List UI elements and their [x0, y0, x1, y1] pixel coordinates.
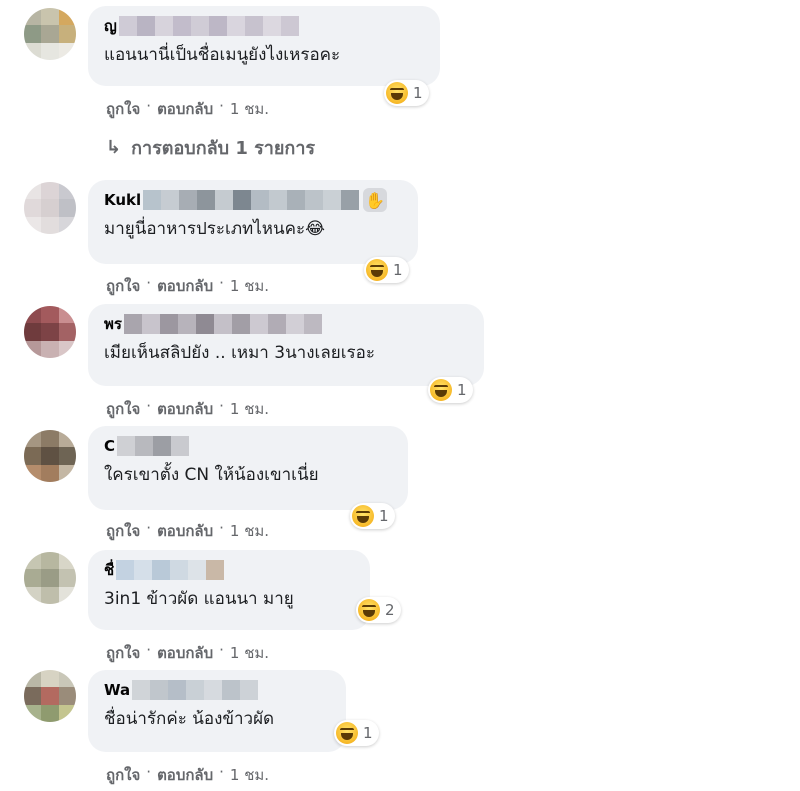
like-link[interactable]: ถูกใจ [106, 274, 140, 298]
reply-link[interactable]: ตอบกลับ [157, 97, 213, 121]
commenter-name[interactable]: C [104, 437, 115, 455]
haha-emoji-icon [358, 599, 380, 621]
waving-hand-icon: ✋ [363, 188, 388, 212]
comment-actions: ถูกใจ · ตอบกลับ · 1 ชม. [106, 641, 269, 665]
timestamp[interactable]: 1 ชม. [230, 97, 269, 121]
reaction-badge[interactable]: 1 [428, 377, 473, 403]
reaction-count: 1 [457, 381, 467, 399]
comment-text: แอนนานี่เป็นชื่อเมนูยังไงเหรอคะ [104, 45, 341, 65]
reply-link[interactable]: ตอบกลับ [157, 519, 213, 543]
reaction-count: 1 [413, 84, 423, 102]
timestamp[interactable]: 1 ชม. [230, 519, 269, 543]
commenter-name[interactable]: ญ [104, 14, 117, 38]
comment-actions: ถูกใจ · ตอบกลับ · 1 ชม. [106, 274, 269, 298]
comment-bubble: พร เมียเห็นสลิปยัง .. เหมา 3นางเลยเรอะ [88, 304, 484, 386]
like-link[interactable]: ถูกใจ [106, 97, 140, 121]
blurred-name [117, 436, 190, 456]
replies-label: การตอบกลับ 1 รายการ [131, 138, 316, 159]
haha-emoji-icon [366, 259, 388, 281]
view-replies-link[interactable]: ↳ การตอบกลับ 1 รายการ [106, 133, 315, 162]
avatar[interactable] [24, 306, 76, 358]
haha-emoji-icon [386, 82, 408, 104]
comment-text: ชื่อน่ารักค่ะ น้องข้าวผัด [104, 709, 275, 729]
reaction-count: 1 [379, 507, 389, 525]
timestamp[interactable]: 1 ชม. [230, 641, 269, 665]
reply-link[interactable]: ตอบกลับ [157, 397, 213, 421]
reaction-badge[interactable]: 1 [384, 80, 429, 106]
reaction-count: 1 [363, 724, 373, 742]
comment-text: 3in1 ข้าวผัด แอนนา มายู [104, 589, 294, 609]
commenter-name[interactable]: พร [104, 312, 122, 336]
blurred-name [143, 190, 360, 210]
commenter-name[interactable]: Wa [104, 681, 130, 699]
timestamp[interactable]: 1 ชม. [230, 274, 269, 298]
haha-emoji-icon [336, 722, 358, 744]
like-link[interactable]: ถูกใจ [106, 641, 140, 665]
comment-bubble: C ใครเขาตั้ง CN ให้น้องเขาเนี่ย [88, 426, 408, 510]
haha-emoji-icon [352, 505, 374, 527]
avatar[interactable] [24, 430, 76, 482]
avatar[interactable] [24, 552, 76, 604]
timestamp[interactable]: 1 ชม. [230, 763, 269, 787]
comment-text: เมียเห็นสลิปยัง .. เหมา 3นางเลยเรอะ [104, 343, 376, 363]
reply-link[interactable]: ตอบกลับ [157, 763, 213, 787]
comment-bubble: Kukl ✋ มายูนี่อาหารประเภทไหนคะ😂 [88, 180, 418, 264]
like-link[interactable]: ถูกใจ [106, 519, 140, 543]
comment-bubble: ชื่ 3in1 ข้าวผัด แอนนา มายู [88, 550, 370, 630]
comment-actions: ถูกใจ · ตอบกลับ · 1 ชม. [106, 763, 269, 787]
reaction-badge[interactable]: 1 [334, 720, 379, 746]
avatar[interactable] [24, 182, 76, 234]
reply-link[interactable]: ตอบกลับ [157, 641, 213, 665]
timestamp[interactable]: 1 ชม. [230, 397, 269, 421]
avatar[interactable] [24, 670, 76, 722]
comment-bubble: Wa ชื่อน่ารักค่ะ น้องข้าวผัด [88, 670, 346, 752]
blurred-name [123, 314, 322, 334]
comment-actions: ถูกใจ · ตอบกลับ · 1 ชม. [106, 397, 269, 421]
comment-actions: ถูกใจ · ตอบกลับ · 1 ชม. [106, 97, 269, 121]
commenter-name[interactable]: Kukl [104, 191, 141, 209]
reply-arrow-icon: ↳ [106, 137, 122, 158]
comment-actions: ถูกใจ · ตอบกลับ · 1 ชม. [106, 519, 269, 543]
avatar[interactable] [24, 8, 76, 60]
reaction-badge[interactable]: 1 [350, 503, 395, 529]
reaction-badge[interactable]: 2 [356, 597, 401, 623]
blurred-name [116, 560, 225, 580]
comment-text: มายูนี่อาหารประเภทไหนคะ😂 [104, 219, 325, 239]
comment-bubble: ญ แอนนานี่เป็นชื่อเมนูยังไงเหรอคะ [88, 6, 440, 86]
comment-text: ใครเขาตั้ง CN ให้น้องเขาเนี่ย [104, 465, 319, 485]
commenter-name[interactable]: ชื่ [104, 558, 114, 582]
reply-link[interactable]: ตอบกลับ [157, 274, 213, 298]
haha-emoji-icon [430, 379, 452, 401]
blurred-name [132, 680, 259, 700]
like-link[interactable]: ถูกใจ [106, 763, 140, 787]
reaction-count: 1 [393, 261, 403, 279]
like-link[interactable]: ถูกใจ [106, 397, 140, 421]
reaction-count: 2 [385, 601, 395, 619]
blurred-name [118, 16, 299, 36]
reaction-badge[interactable]: 1 [364, 257, 409, 283]
